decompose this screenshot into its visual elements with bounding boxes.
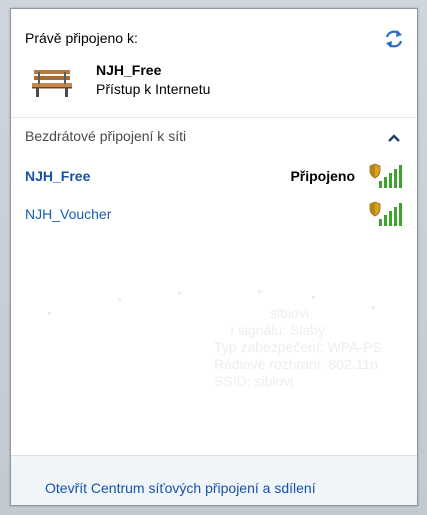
connected-to-label: Právě připojeno k: [25, 30, 138, 46]
chevron-up-icon[interactable] [386, 131, 402, 145]
refresh-icon[interactable] [383, 28, 405, 50]
network-name: NJH_Voucher [25, 206, 112, 222]
ghost-artifact [258, 290, 261, 293]
ghost-line: sibiovi [270, 305, 309, 321]
ghost-artifact [48, 312, 51, 315]
wireless-section-title: Bezdrátové připojení k síti [25, 128, 187, 144]
faded-tooltip: sibiovi í signálu: Slabý Typ zabezpečení… [200, 305, 415, 425]
network-row-njh-free[interactable]: NJH_Free Připojeno [25, 163, 405, 191]
ghost-line: Typ zabezpečení: WPA-PS [214, 339, 382, 355]
bench-network-icon [32, 70, 72, 97]
ghost-artifact [178, 292, 181, 295]
ghost-line: SSID: sibiovi [214, 373, 294, 389]
ghost-line: í signálu: Slabý [230, 322, 325, 338]
network-row-njh-voucher[interactable]: NJH_Voucher [25, 201, 405, 229]
network-name: NJH_Free [25, 168, 91, 184]
footer-bar: Otevřít Centrum síťových připojení a sdí… [11, 455, 417, 505]
network-connected-status: Připojeno [290, 168, 355, 184]
ghost-artifact [312, 296, 315, 299]
section-divider [11, 117, 417, 118]
secured-signal-icon [369, 163, 402, 188]
current-network-name: NJH_Free [96, 62, 162, 78]
open-network-center-link[interactable]: Otevřít Centrum síťových připojení a sdí… [45, 480, 316, 496]
ghost-artifact [118, 298, 121, 301]
current-network-status: Přístup k Internetu [96, 81, 211, 97]
secured-signal-icon [369, 201, 402, 226]
ghost-line: Rádiové rozhraní: 802.11n [214, 356, 378, 372]
